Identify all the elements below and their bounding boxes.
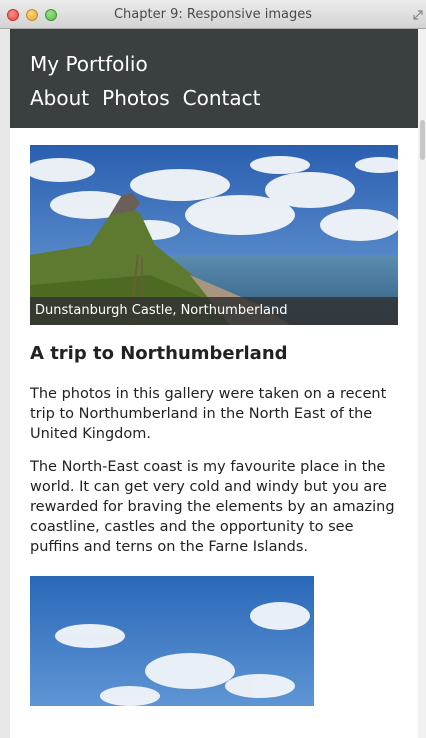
sky-photo [30,576,314,706]
window-title: Chapter 9: Responsive images [113,7,313,22]
article-paragraph-2: The North-East coast is my favourite pla… [30,459,395,555]
article-heading: A trip to Northumberland [30,343,288,364]
nav-link-photos[interactable]: Photos [102,86,169,110]
gallery-photo [30,576,314,706]
nav-link-contact[interactable]: Contact [183,86,261,110]
fullscreen-icon[interactable] [413,10,423,20]
main-nav: About Photos Contact [30,86,260,110]
hero-figure: Dunstanburgh Castle, Northumberland [30,145,398,325]
browser-viewport: My Portfolio About Photos Contact Dunsta… [10,29,418,738]
nav-link-about[interactable]: About [30,86,89,110]
article-paragraph-1: The photos in this gallery were taken on… [30,386,387,442]
site-header: My Portfolio About Photos Contact [10,29,418,128]
window-title-bar: Chapter 9: Responsive images [0,0,426,29]
hero-caption: Dunstanburgh Castle, Northumberland [30,297,398,325]
site-title[interactable]: My Portfolio [30,52,148,76]
scrollbar-thumb[interactable] [420,120,425,160]
main-content: Dunstanburgh Castle, Northumberland A tr… [10,128,418,706]
